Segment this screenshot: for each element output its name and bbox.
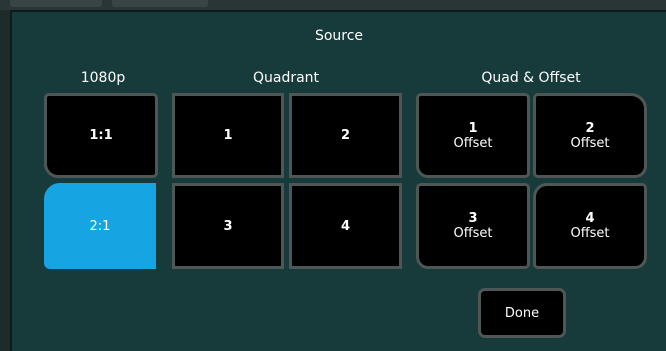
- section-label-1080p: 1080p: [80, 70, 126, 86]
- ratio-1-1-button[interactable]: 1:1: [44, 93, 158, 178]
- offset-3-button[interactable]: 3 Offset: [416, 183, 530, 269]
- offset-2-number: 2: [585, 120, 595, 136]
- source-dialog: Source 1080p Quadrant Quad & Offset 1:1 …: [10, 10, 666, 351]
- offset-3-number: 3: [468, 211, 478, 226]
- quadrant-1-label: 1: [223, 128, 233, 143]
- done-label: Done: [504, 305, 540, 321]
- offset-4-button[interactable]: 4 Offset: [533, 183, 647, 269]
- section-label-quadrant: Quadrant: [252, 70, 320, 86]
- background-tab: [10, 0, 102, 7]
- ratio-2-1-label: 2:1: [89, 218, 111, 234]
- offset-1-label: Offset: [453, 135, 493, 151]
- dialog-title: Source: [314, 28, 364, 44]
- offset-1-number: 1: [468, 120, 478, 136]
- quadrant-3-button[interactable]: 3: [172, 183, 284, 269]
- quadrant-2-label: 2: [340, 128, 351, 143]
- offset-2-label: Offset: [570, 135, 610, 151]
- ratio-2-1-button[interactable]: 2:1: [44, 183, 156, 269]
- section-label-quad-offset: Quad & Offset: [481, 70, 581, 86]
- background-tab: [112, 0, 208, 7]
- done-button[interactable]: Done: [478, 288, 566, 338]
- ratio-1-1-label: 1:1: [89, 128, 113, 143]
- offset-4-label: Offset: [570, 226, 610, 241]
- quadrant-4-button[interactable]: 4: [289, 183, 402, 269]
- quadrant-3-label: 3: [223, 218, 233, 234]
- quadrant-2-button[interactable]: 2: [289, 93, 402, 178]
- quadrant-4-label: 4: [340, 218, 351, 234]
- offset-1-button[interactable]: 1 Offset: [416, 93, 530, 178]
- offset-4-number: 4: [585, 211, 595, 226]
- offset-2-button[interactable]: 2 Offset: [533, 93, 647, 178]
- quadrant-1-button[interactable]: 1: [172, 93, 284, 178]
- offset-3-label: Offset: [453, 226, 493, 241]
